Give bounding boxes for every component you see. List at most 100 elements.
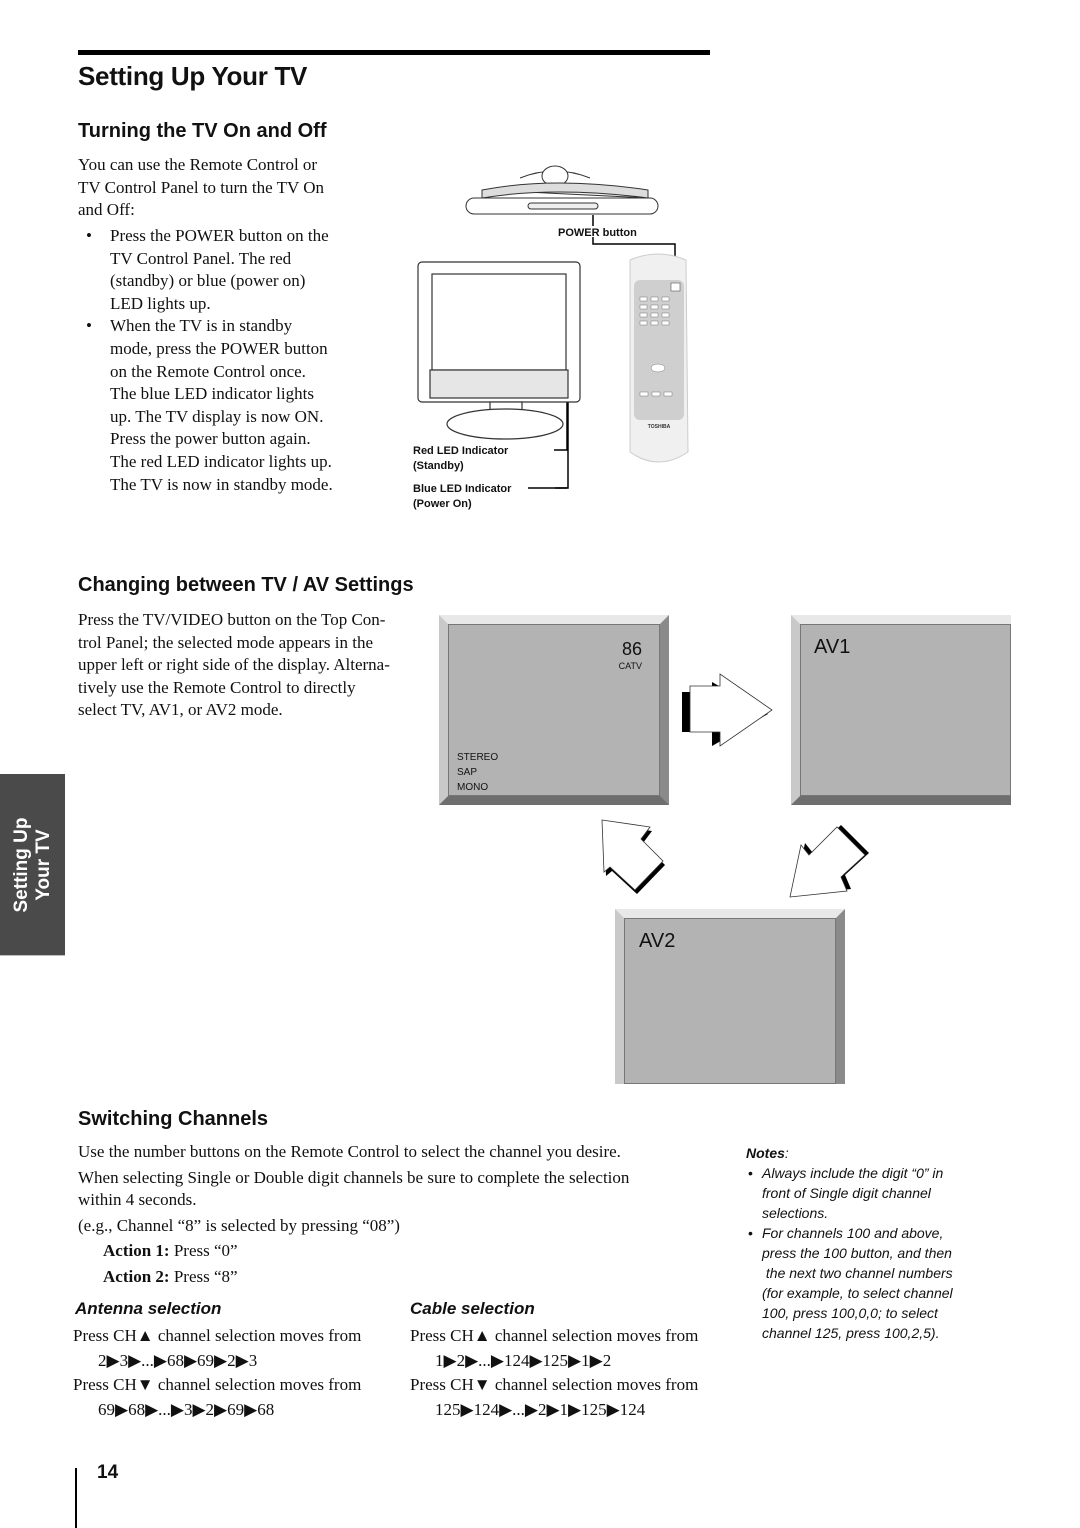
side-tab-line: Setting Up — [10, 817, 32, 912]
text-line: TV Control Panel. The red — [110, 248, 292, 268]
notes-list: • Always include the digit “0” in front … — [746, 1163, 996, 1343]
remote-power-button — [670, 282, 681, 292]
text-line: Use the number buttons on the Remote Con… — [78, 1142, 621, 1161]
text-line: the next two channel numbers — [762, 1265, 953, 1281]
text-line: The TV is now in standby mode. — [110, 474, 333, 494]
cable-heading: Cable selection — [410, 1299, 535, 1318]
channel-band: CATV — [618, 661, 642, 671]
channel-number: 86 — [621, 639, 642, 659]
text-line: selections. — [762, 1205, 829, 1221]
action-label: Action 1: — [103, 1241, 170, 1261]
top-rule — [78, 50, 710, 55]
text-line: When the TV is in standby — [110, 316, 293, 336]
bullet-dot: • — [748, 1225, 753, 1241]
section-heading-turning: Turning the TV On and Off — [78, 120, 327, 142]
text-line: The blue LED indicator lights — [110, 384, 314, 404]
channel-sequence: 69▶68▶...▶3▶2▶69▶68 — [98, 1399, 275, 1419]
text-line: tively use the Remote Control to directl… — [78, 677, 356, 697]
text-line: Press the TV/VIDEO button on the Top Con… — [78, 610, 386, 629]
text-line: The red LED indicator lights up. — [110, 451, 332, 471]
text-line: Press the POWER button on the — [110, 226, 329, 245]
text-line: 100, press 100,0,0; to select — [762, 1305, 938, 1321]
cable-text: Press CH▲ channel selection moves from 1… — [410, 1325, 750, 1421]
audio-mode-stereo: STEREO — [457, 752, 499, 763]
remote-brand-label: TOSHIBA — [648, 424, 671, 430]
av2-label: AV2 — [639, 930, 676, 952]
side-tab-label: Setting Up Your TV — [11, 817, 55, 912]
text-line: Press the power button again. — [110, 429, 311, 449]
notes-box: Notes: • Always include the digit “0” in… — [746, 1143, 996, 1343]
side-tab-line: Your TV — [32, 828, 54, 901]
blue-led-title: Blue LED Indicator — [413, 483, 512, 495]
text-line: Press CH▼ channel selection moves from — [410, 1375, 699, 1395]
action-step: Action 1: Press “0” — [78, 1240, 728, 1263]
audio-mode-list: STEREO SAP MONO — [457, 750, 498, 795]
text-line: TV Control Panel to turn the TV On — [78, 177, 325, 197]
blue-led-label: Blue LED Indicator (Power On) — [413, 483, 511, 511]
text-line: For channels 100 and above, — [762, 1225, 944, 1241]
arrow-up-left-icon — [601, 819, 665, 894]
text-line: You can use the Remote Control or — [78, 155, 318, 174]
text-line: press the 100 button, and then — [762, 1245, 952, 1261]
bullet-dot: • — [86, 316, 92, 336]
red-led-label: Red LED Indicator (Standby) — [413, 445, 508, 473]
text-line: (for example, to select channel — [762, 1285, 953, 1301]
text-line: (standby) or blue (power on) — [110, 271, 306, 291]
antenna-text: Press CH▲ channel selection moves from 2… — [73, 1325, 413, 1421]
cable-selection: Cable selection Press CH▲ channel select… — [410, 1299, 750, 1421]
text-line: trol Panel; the selected mode appears in… — [78, 632, 374, 652]
channel-sequence: 1▶2▶...▶124▶125▶1▶2 — [435, 1350, 612, 1370]
text-line: on the Remote Control once. — [110, 361, 306, 381]
tv-set-illustration — [417, 261, 581, 440]
bullet-item: • When the TV is in standby mode, press … — [78, 315, 378, 496]
text-line: When selecting Single or Double digit ch… — [78, 1167, 630, 1187]
switching-body: Use the number buttons on the Remote Con… — [78, 1141, 728, 1289]
tv-mode-screen: 86 CATV STEREO SAP MONO — [439, 615, 669, 805]
audio-mode-mono: MONO — [457, 782, 489, 793]
section-heading-changing: Changing between TV / AV Settings — [78, 574, 414, 596]
notes-heading: Notes: — [746, 1145, 789, 1161]
av2-mode-screen: AV2 — [615, 909, 845, 1084]
page-number: 14 — [97, 1462, 119, 1483]
text-line: mode, press the POWER button — [110, 338, 328, 358]
text-line: channel 125, press 100,2,5). — [762, 1325, 940, 1341]
section-side-tab: Setting Up Your TV — [0, 774, 65, 956]
channel-sequence: 2▶3▶...▶68▶69▶2▶3 — [98, 1350, 258, 1370]
remote-control-illustration: TOSHIBA — [629, 253, 689, 463]
action-text: Press “8” — [169, 1266, 238, 1286]
action-label: Action 2: — [103, 1266, 170, 1286]
text-line: Press CH▲ channel selection moves from — [410, 1326, 699, 1345]
bullet-item: • Press the POWER button on the TV Contr… — [78, 225, 378, 315]
text-line: Press CH▲ channel selection moves from — [73, 1326, 362, 1345]
red-led-title: Red LED Indicator — [413, 445, 509, 457]
arrow-down-right-icon — [789, 825, 869, 898]
text-line: upper left or right side of the display.… — [78, 655, 390, 675]
text-line: and Off: — [78, 200, 135, 220]
page-number-rule — [75, 1468, 77, 1528]
bullet-dot: • — [748, 1165, 753, 1181]
antenna-heading: Antenna selection — [75, 1299, 222, 1318]
changing-body: Press the TV/VIDEO button on the Top Con… — [78, 609, 438, 722]
text-line: Press CH▼ channel selection moves from — [73, 1375, 362, 1395]
text-line: select TV, AV1, or AV2 mode. — [78, 700, 283, 720]
page-title: Setting Up Your TV — [78, 61, 308, 91]
red-led-sub: (Standby) — [413, 460, 464, 472]
action-step: Action 2: Press “8” — [78, 1266, 728, 1289]
text-line: within 4 seconds. — [78, 1190, 197, 1210]
channel-sequence: 125▶124▶...▶2▶1▶125▶124 — [435, 1399, 646, 1419]
action-text: Press “0” — [169, 1241, 238, 1261]
text-line: front of Single digit channel — [762, 1185, 931, 1201]
text-line: Always include the digit “0” in — [762, 1165, 944, 1181]
audio-mode-sap: SAP — [457, 767, 478, 778]
top-control-panel-illustration — [465, 165, 659, 215]
text-line: up. The TV display is now ON. — [110, 406, 324, 426]
text-line: LED lights up. — [110, 293, 211, 313]
note-item: • Always include the digit “0” in front … — [746, 1163, 996, 1223]
av1-mode-screen: AV1 — [791, 615, 1011, 805]
notes-heading-text: Notes — [746, 1145, 785, 1161]
bullet-dot: • — [86, 226, 92, 245]
antenna-selection: Antenna selection Press CH▲ channel sele… — [73, 1299, 413, 1421]
turning-bullets: • Press the POWER button on the TV Contr… — [78, 225, 378, 496]
section-heading-switching: Switching Channels — [78, 1108, 269, 1130]
arrow-right-icon — [682, 673, 773, 747]
